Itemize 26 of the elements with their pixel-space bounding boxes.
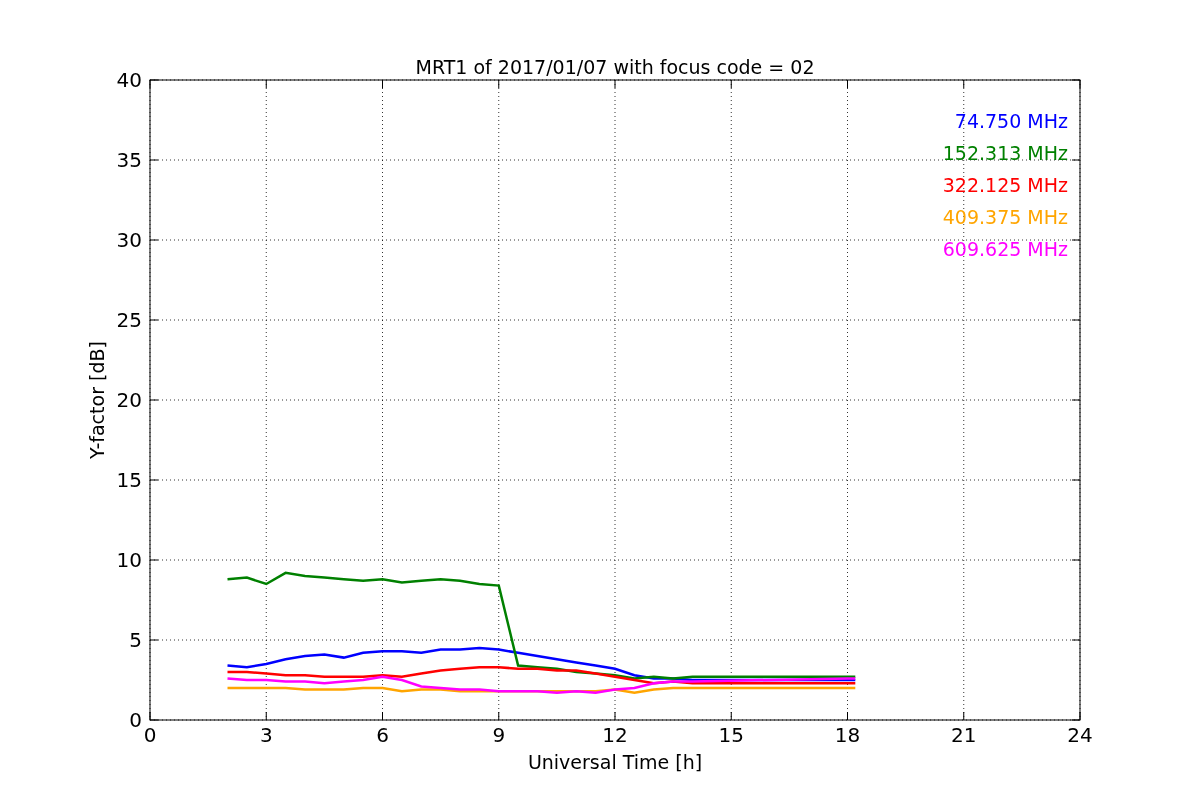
legend-label: 74.750 MHz [954,110,1068,132]
x-tick-label: 18 [834,723,861,747]
legend-label: 152.313 MHz [942,142,1068,164]
x-tick-label: 15 [718,723,744,747]
x-tick-label: 21 [951,723,977,747]
y-tick-label: 20 [116,388,142,412]
y-tick-label: 15 [116,468,142,492]
y-tick-label: 10 [116,548,142,572]
legend-label: 322.125 MHz [942,174,1068,196]
x-axis-label: Universal Time [h] [527,751,703,773]
legend-label: 609.625 MHz [942,238,1068,260]
y-axis-label: Y-factor [dB] [86,341,108,459]
legend-label: 409.375 MHz [942,206,1068,228]
x-tick-label: 24 [1067,723,1093,747]
y-tick-label: 0 [129,708,142,732]
y-tick-label: 5 [129,628,142,652]
x-tick-label: 6 [376,723,389,747]
x-tick-label: 12 [602,723,628,747]
x-tick-label: 0 [143,723,157,747]
x-tick-label: 9 [492,723,506,747]
y-tick-label: 35 [116,148,142,172]
y-tick-label: 30 [116,228,142,252]
x-tick-label: 3 [259,723,273,747]
y-tick-label: 25 [116,308,142,332]
chart-title: MRT1 of 2017/01/07 with focus code = 02 [415,56,815,78]
y-tick-label: 40 [116,68,142,92]
